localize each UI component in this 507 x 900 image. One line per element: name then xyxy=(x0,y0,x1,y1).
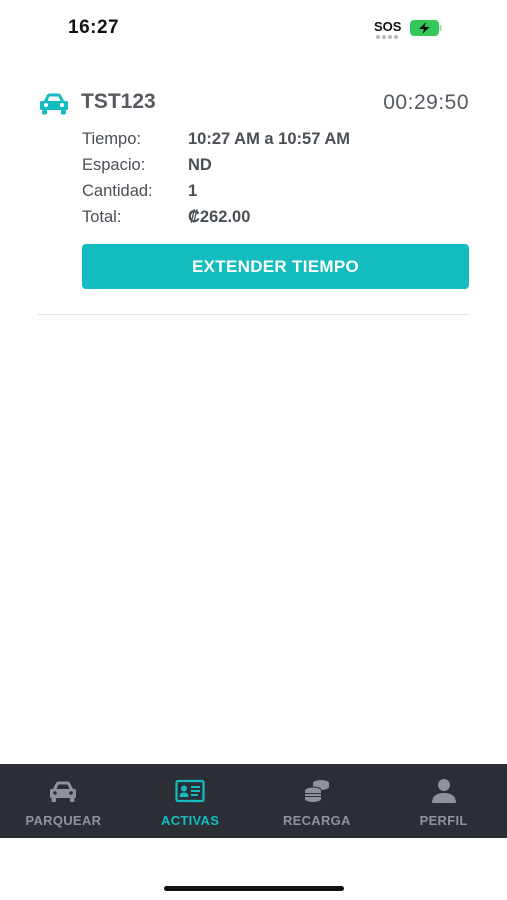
detail-label: Tiempo: xyxy=(82,130,141,148)
nav-item-perfil[interactable]: PERFIL xyxy=(380,764,507,838)
status-sos: SOS xyxy=(374,19,402,34)
extend-time-button[interactable]: EXTENDER TIEMPO xyxy=(82,244,469,289)
nav-label: PARQUEAR xyxy=(25,813,102,828)
nav-item-recarga[interactable]: RECARGA xyxy=(254,764,381,838)
detail-value: ₡262.00 xyxy=(188,208,251,226)
detail-value: ND xyxy=(188,156,212,174)
ticket-icon xyxy=(175,779,205,803)
remaining-timer: 00:29:50 xyxy=(383,91,469,114)
active-parking-card: TST123 00:29:50 Tiempo: 10:27 AM a 10:57… xyxy=(38,82,469,315)
nav-item-activas[interactable]: ACTIVAS xyxy=(127,764,254,838)
detail-value: 10:27 AM a 10:57 AM xyxy=(188,130,351,148)
detail-label: Cantidad: xyxy=(82,182,153,200)
nav-label: RECARGA xyxy=(282,813,351,828)
person-icon xyxy=(431,779,456,803)
detail-value: 1 xyxy=(188,182,198,200)
nav-label: ACTIVAS xyxy=(161,813,220,828)
nav-label: PERFIL xyxy=(419,813,468,828)
battery-charging-icon xyxy=(410,20,442,36)
screen: 16:27 SOS TST123 00:29:50 Tiempo: 10:27 … xyxy=(0,0,507,900)
detail-label: Espacio: xyxy=(82,156,146,174)
bottom-nav: PARQUEAR ACTIVAS RECARGA PERFIL xyxy=(0,764,507,838)
coins-icon xyxy=(304,780,329,802)
status-time: 16:27 xyxy=(68,17,120,38)
status-bar: 16:27 SOS xyxy=(0,0,507,56)
signal-dots-icon xyxy=(376,35,398,39)
license-plate: TST123 xyxy=(81,90,156,113)
home-indicator[interactable] xyxy=(164,886,344,891)
nav-item-parquear[interactable]: PARQUEAR xyxy=(0,764,127,838)
car-icon xyxy=(40,93,68,115)
detail-label: Total: xyxy=(82,208,122,226)
car-icon xyxy=(50,781,77,802)
